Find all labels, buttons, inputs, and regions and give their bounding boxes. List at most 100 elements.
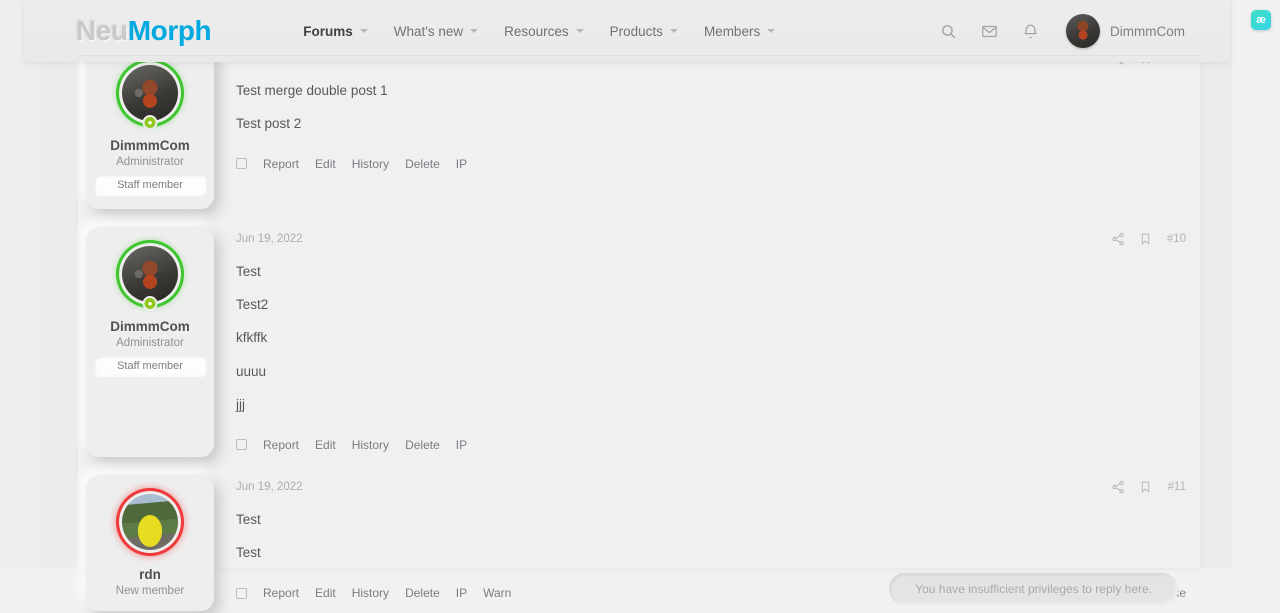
post-action-edit[interactable]: Edit: [315, 157, 336, 171]
post-text-line: Test: [236, 545, 261, 561]
post-text-line: jjj: [236, 396, 245, 412]
post-header: Jun 19, 2022 #11: [236, 475, 1186, 499]
page-root: rdn ● DimmmCom Administrator Staff member Ju…: [0, 0, 1280, 613]
chevron-down-icon: [470, 29, 479, 33]
nav-item-label: Members: [703, 23, 761, 39]
post-body: Test Test2 kfkffk uuuu jjj: [236, 251, 1186, 414]
post-text-line: Test: [236, 512, 261, 528]
post-author-card: ● DimmmCom Administrator Staff member: [86, 227, 214, 458]
post-author-name[interactable]: DimmmCom: [94, 319, 206, 334]
post-action-report[interactable]: Report: [263, 586, 299, 600]
post: ● DimmmCom Administrator Staff member Jun 18…: [78, 46, 1200, 209]
post-author-title: Administrator: [116, 156, 184, 168]
nav-item-label: What's new: [393, 23, 464, 39]
avatar[interactable]: [119, 491, 181, 553]
bookmark-icon[interactable]: [1139, 232, 1152, 246]
post-message: Jun 18, 2022#9Test merge double post 1Te…: [214, 46, 1200, 209]
avatar[interactable]: ●: [119, 243, 181, 311]
search-icon[interactable]: [939, 22, 958, 41]
logo-text-accent: Morph: [127, 15, 212, 46]
post-date[interactable]: Jun 19, 2022: [236, 233, 303, 245]
chevron-down-icon: [575, 29, 584, 33]
post-list: ● DimmmCom Administrator Staff member Jun 18…: [78, 46, 1200, 613]
post-author-title: Administrator: [116, 337, 184, 349]
page-gutter-left: [0, 0, 42, 613]
post-author-name[interactable]: DimmmCom: [94, 138, 206, 153]
post-body: Test Test: [236, 499, 1186, 562]
header-divider: [78, 55, 1200, 56]
reply-restriction-notice: You have insufficient privileges to repl…: [889, 573, 1178, 605]
post: ● DimmmCom Administrator Staff member Jun 19…: [78, 227, 1200, 458]
nav-item-products[interactable]: Products: [610, 24, 678, 39]
post-number[interactable]: #11: [1166, 481, 1186, 493]
post-text-line: Test post 2: [236, 116, 302, 132]
site-header: NeuMorph Forums What's new Resources Produc…: [24, 0, 1230, 62]
post-actions: Report Edit History Delete IP: [236, 148, 1186, 176]
thread-content: ● DimmmCom Administrator Staff member Jun 18…: [78, 20, 1200, 612]
chevron-down-icon: [767, 29, 776, 33]
nav-item-resources[interactable]: Resources: [504, 24, 584, 39]
share-icon[interactable]: [1111, 232, 1125, 246]
post-select-checkbox[interactable]: [236, 587, 247, 599]
post-action-report[interactable]: Report: [263, 157, 299, 171]
post-message: Jun 19, 2022 #10 Test Test2 kfkffk uuuu jjj Rep…: [214, 227, 1200, 457]
post-action-warn[interactable]: Warn: [483, 586, 511, 600]
post-select-checkbox[interactable]: [236, 158, 247, 170]
robot-avatar-icon: [122, 65, 178, 121]
post-action-delete[interactable]: Delete: [405, 586, 440, 600]
post-action-delete[interactable]: Delete: [405, 157, 440, 171]
avatar: [1066, 14, 1100, 48]
post-text-line: uuuu: [236, 363, 267, 379]
nav-item-label: Products: [609, 23, 663, 39]
post-author-card: ● DimmmCom Administrator Staff member: [86, 46, 214, 209]
post-action-edit[interactable]: Edit: [315, 438, 336, 452]
nav-item-what-s-new[interactable]: What's new: [393, 23, 479, 39]
chevron-down-icon: [669, 29, 678, 33]
share-icon[interactable]: [1111, 480, 1125, 494]
nav-item-members[interactable]: Members: [703, 23, 776, 39]
post-actions: Report Edit History Delete IP: [236, 429, 1186, 457]
avatar-status-ring: [119, 491, 181, 553]
bookmark-icon[interactable]: [1139, 480, 1152, 494]
post-action-ip[interactable]: IP: [456, 586, 467, 600]
post-author-title: New member: [115, 585, 185, 598]
page-gutter-right: [1232, 0, 1280, 613]
post-text-line: Test: [236, 264, 261, 279]
post-select-checkbox[interactable]: [236, 439, 247, 451]
chevron-down-icon: [359, 29, 368, 33]
post-action-edit[interactable]: Edit: [315, 586, 336, 600]
post-header-actions: #10: [1111, 232, 1186, 246]
post-action-ip[interactable]: IP: [456, 157, 467, 171]
post-header-actions: #11: [1111, 480, 1186, 494]
bell-icon[interactable]: [1021, 22, 1040, 41]
avatar[interactable]: ●: [119, 62, 181, 130]
nav-item-label: Resources: [504, 23, 569, 39]
user-menu-label: DimmmCom: [1110, 23, 1185, 39]
header-actions: DimmmCom: [939, 14, 1230, 48]
post-action-ip[interactable]: IP: [456, 438, 467, 452]
envelope-icon[interactable]: [980, 22, 999, 41]
post-number[interactable]: #10: [1166, 233, 1186, 245]
user-menu[interactable]: DimmmCom: [1066, 14, 1185, 48]
nav-item-forums[interactable]: Forums: [303, 24, 368, 39]
car-avatar-icon: [122, 494, 178, 551]
post-action-history[interactable]: History: [352, 438, 389, 452]
post-text-line: Test merge double post 1: [236, 83, 388, 98]
post-action-history[interactable]: History: [352, 157, 389, 171]
robot-avatar-icon: [122, 246, 178, 302]
extension-badge-icon[interactable]: æ: [1251, 10, 1271, 30]
post-action-report[interactable]: Report: [263, 438, 299, 452]
post-body: Test merge double post 1 Test post 2: [236, 70, 1186, 133]
logo-text-primary: Neu: [76, 15, 128, 46]
post-text-line: kfkffk: [236, 330, 268, 346]
post-action-delete[interactable]: Delete: [405, 438, 440, 452]
status-badge: Staff member: [94, 356, 206, 376]
main-navigation: Forums What's new Resources Products Members: [303, 23, 776, 39]
online-status-icon: ●: [142, 115, 158, 130]
site-logo[interactable]: NeuMorph: [76, 15, 212, 46]
post-text-line: Test2: [236, 297, 269, 313]
post-date[interactable]: Jun 19, 2022: [236, 481, 303, 493]
post-action-history[interactable]: History: [352, 586, 389, 600]
post-author-card: rdn New member: [86, 475, 214, 612]
post-author-name[interactable]: rdn: [94, 567, 206, 582]
